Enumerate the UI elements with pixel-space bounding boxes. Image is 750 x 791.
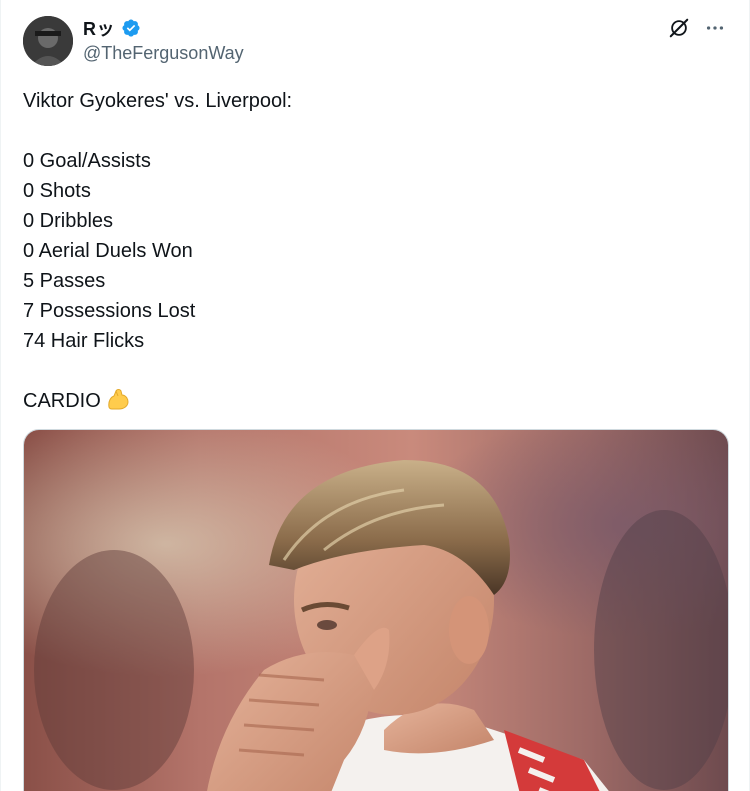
tweet-actions-top [667, 16, 727, 40]
tweet-spacer [23, 116, 723, 146]
stat-line: 74 Hair Flicks [23, 330, 145, 352]
closing-text: CARDIO [23, 390, 101, 412]
stat-line: 0 Goal/Assists [23, 150, 151, 172]
author-display-name[interactable]: Rッ [83, 15, 115, 41]
tweet-photo[interactable] [23, 429, 729, 791]
author-handle[interactable]: @TheFergusonWay [83, 43, 244, 64]
more-icon[interactable] [703, 16, 727, 40]
stat-line: 5 Passes [23, 270, 106, 292]
flexed-biceps-emoji-icon [105, 387, 131, 420]
tweet-closing-line: CARDIO [23, 386, 723, 416]
tweet-spacer [23, 356, 723, 386]
avatar[interactable] [23, 16, 73, 66]
stat-line: 0 Shots [23, 180, 91, 202]
tweet-card: Rッ @TheFergusonWay Viktor Gyokeres' vs. … [0, 0, 750, 791]
stat-line: 0 Dribbles [23, 210, 114, 232]
tweet-text: Viktor Gyokeres' vs. Liverpool: 0 Goal/A… [23, 86, 723, 416]
stat-line: 7 Possessions Lost [23, 300, 196, 322]
verified-badge-icon [121, 18, 141, 38]
grok-icon[interactable] [667, 16, 691, 40]
stat-line: 0 Aerial Duels Won [23, 240, 193, 262]
tweet-title-line: Viktor Gyokeres' vs. Liverpool: [23, 90, 293, 112]
author-name-row: Rッ [83, 17, 141, 39]
